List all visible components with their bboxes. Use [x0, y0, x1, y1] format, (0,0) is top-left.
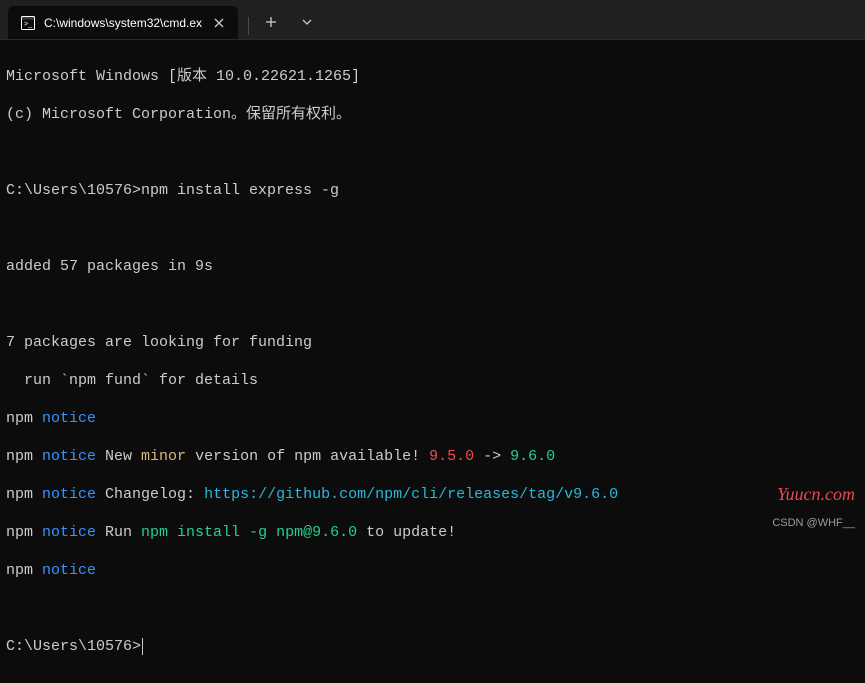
- added-packages-line: added 57 packages in 9s: [6, 257, 859, 276]
- notice-line-3: npm notice Changelog: https://github.com…: [6, 485, 859, 504]
- old-version: 9.5.0: [429, 448, 474, 465]
- close-icon: [214, 18, 224, 28]
- svg-text:>_: >_: [24, 21, 32, 28]
- install-cmd: npm install -g npm@9.6.0: [141, 524, 357, 541]
- attribution: CSDN @WHF__: [772, 517, 855, 529]
- prompt-path: C:\Users\10576>: [6, 182, 141, 199]
- copyright-line: (c) Microsoft Corporation。保留所有权利。: [6, 105, 859, 124]
- tab-cmd[interactable]: >_ C:\windows\system32\cmd.ex: [8, 6, 238, 39]
- notice-line-5: npm notice: [6, 561, 859, 580]
- notice-line-1: npm notice: [6, 409, 859, 428]
- tab-close-button[interactable]: [210, 14, 228, 32]
- watermark: Yuucn.com: [777, 484, 855, 505]
- cmd-icon: >_: [20, 15, 36, 31]
- prompt-command: npm install express -g: [141, 182, 339, 199]
- notice-line-2: npm notice New minor version of npm avai…: [6, 447, 859, 466]
- cursor: [142, 638, 143, 655]
- prompt-line-1: C:\Users\10576>npm install express -g: [6, 181, 859, 200]
- funding-line-2: run `npm fund` for details: [6, 371, 859, 390]
- blank-line: [6, 295, 859, 314]
- funding-line-1: 7 packages are looking for funding: [6, 333, 859, 352]
- notice-label: notice: [42, 410, 96, 427]
- titlebar-actions: [238, 0, 323, 39]
- tab-dropdown-button[interactable]: [291, 6, 323, 38]
- terminal-output[interactable]: Microsoft Windows [版本 10.0.22621.1265] (…: [0, 40, 865, 683]
- new-version: 9.6.0: [510, 448, 555, 465]
- blank-line: [6, 599, 859, 618]
- tab-title: C:\windows\system32\cmd.ex: [44, 16, 202, 30]
- minor-text: minor: [141, 448, 186, 465]
- prompt-line-2: C:\Users\10576>: [6, 637, 859, 656]
- blank-line: [6, 219, 859, 238]
- notice-line-4: npm notice Run npm install -g npm@9.6.0 …: [6, 523, 859, 542]
- chevron-down-icon: [302, 19, 312, 25]
- titlebar: >_ C:\windows\system32\cmd.ex: [0, 0, 865, 40]
- prompt-path: C:\Users\10576>: [6, 638, 141, 655]
- new-tab-button[interactable]: [255, 6, 287, 38]
- blank-line: [6, 143, 859, 162]
- changelog-url: https://github.com/npm/cli/releases/tag/…: [204, 486, 618, 503]
- os-version-line: Microsoft Windows [版本 10.0.22621.1265]: [6, 67, 859, 86]
- plus-icon: [265, 16, 277, 28]
- divider: [248, 17, 249, 35]
